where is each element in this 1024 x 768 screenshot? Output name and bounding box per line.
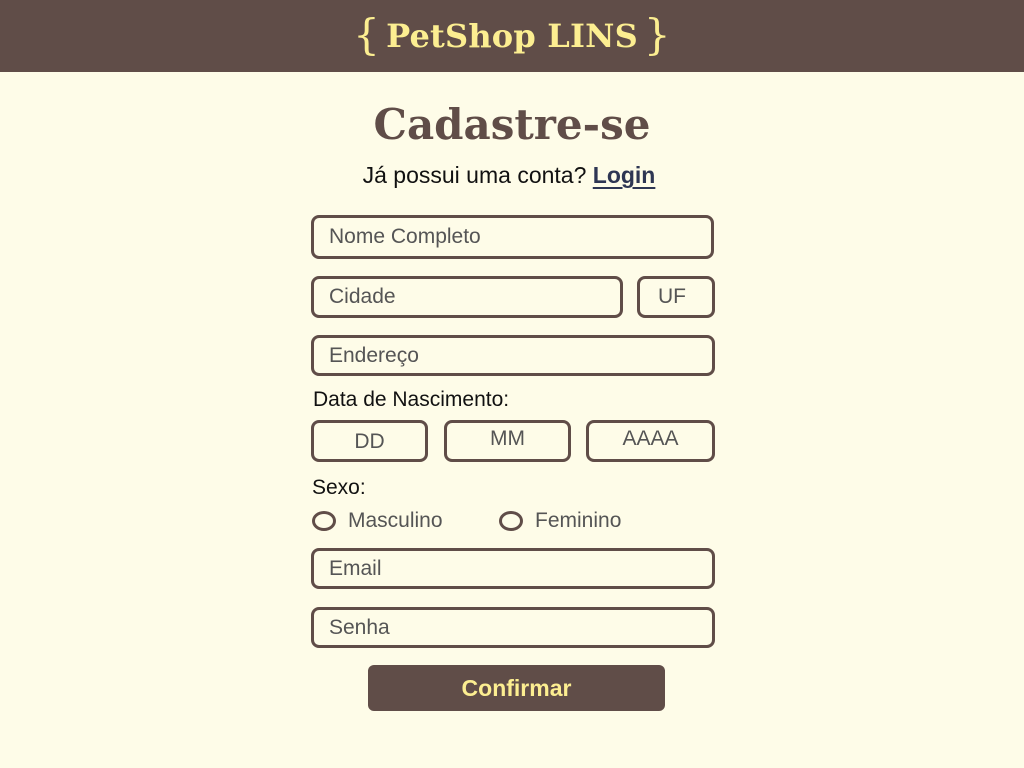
radio-circle-icon[interactable] — [499, 511, 523, 531]
page-title: Cadastre-se — [373, 100, 651, 149]
cidade-input[interactable]: Cidade — [311, 276, 623, 318]
nome-completo-placeholder: Nome Completo — [329, 225, 481, 248]
birth-day-placeholder: DD — [354, 430, 385, 453]
birth-month-placeholder: MM — [490, 427, 525, 450]
birth-month-input[interactable]: MM — [444, 420, 571, 462]
birth-date-label: Data de Nascimento: — [313, 388, 510, 411]
birth-year-placeholder: AAAA — [622, 427, 679, 450]
senha-placeholder: Senha — [329, 615, 390, 639]
email-input[interactable]: Email — [311, 548, 715, 589]
brand-brace-open: { — [353, 9, 381, 59]
sexo-option-masculino[interactable]: Masculino — [312, 509, 443, 533]
brand-brace-close: } — [643, 9, 671, 59]
sexo-option-feminino[interactable]: Feminino — [499, 509, 621, 533]
radio-circle-icon[interactable] — [312, 511, 336, 531]
login-link[interactable]: Login — [593, 162, 662, 188]
email-placeholder: Email — [329, 556, 382, 580]
birth-day-input[interactable]: DD — [311, 420, 428, 462]
login-prompt-text: Já possui uma conta? — [362, 162, 587, 188]
confirm-button[interactable]: Confirmar — [368, 665, 665, 711]
uf-input[interactable]: UF — [637, 276, 715, 318]
sexo-option-label: Feminino — [535, 509, 622, 532]
uf-placeholder: UF — [658, 285, 686, 308]
sexo-label: Sexo: — [312, 476, 366, 499]
brand-name: PetShop LINS — [386, 17, 638, 55]
nome-completo-input[interactable]: Nome Completo — [311, 215, 714, 259]
brand-logo[interactable]: { PetShop LINS } — [347, 9, 677, 61]
sexo-option-label: Masculino — [348, 509, 443, 532]
login-prompt-line: Já possui uma conta? Login — [0, 162, 1024, 189]
cidade-placeholder: Cidade — [329, 285, 396, 308]
endereco-placeholder: Endereço — [329, 343, 419, 367]
birth-year-input[interactable]: AAAA — [586, 420, 715, 462]
endereco-input[interactable]: Endereço — [311, 335, 715, 376]
top-header: { PetShop LINS } — [0, 0, 1024, 72]
senha-input[interactable]: Senha — [311, 607, 715, 648]
